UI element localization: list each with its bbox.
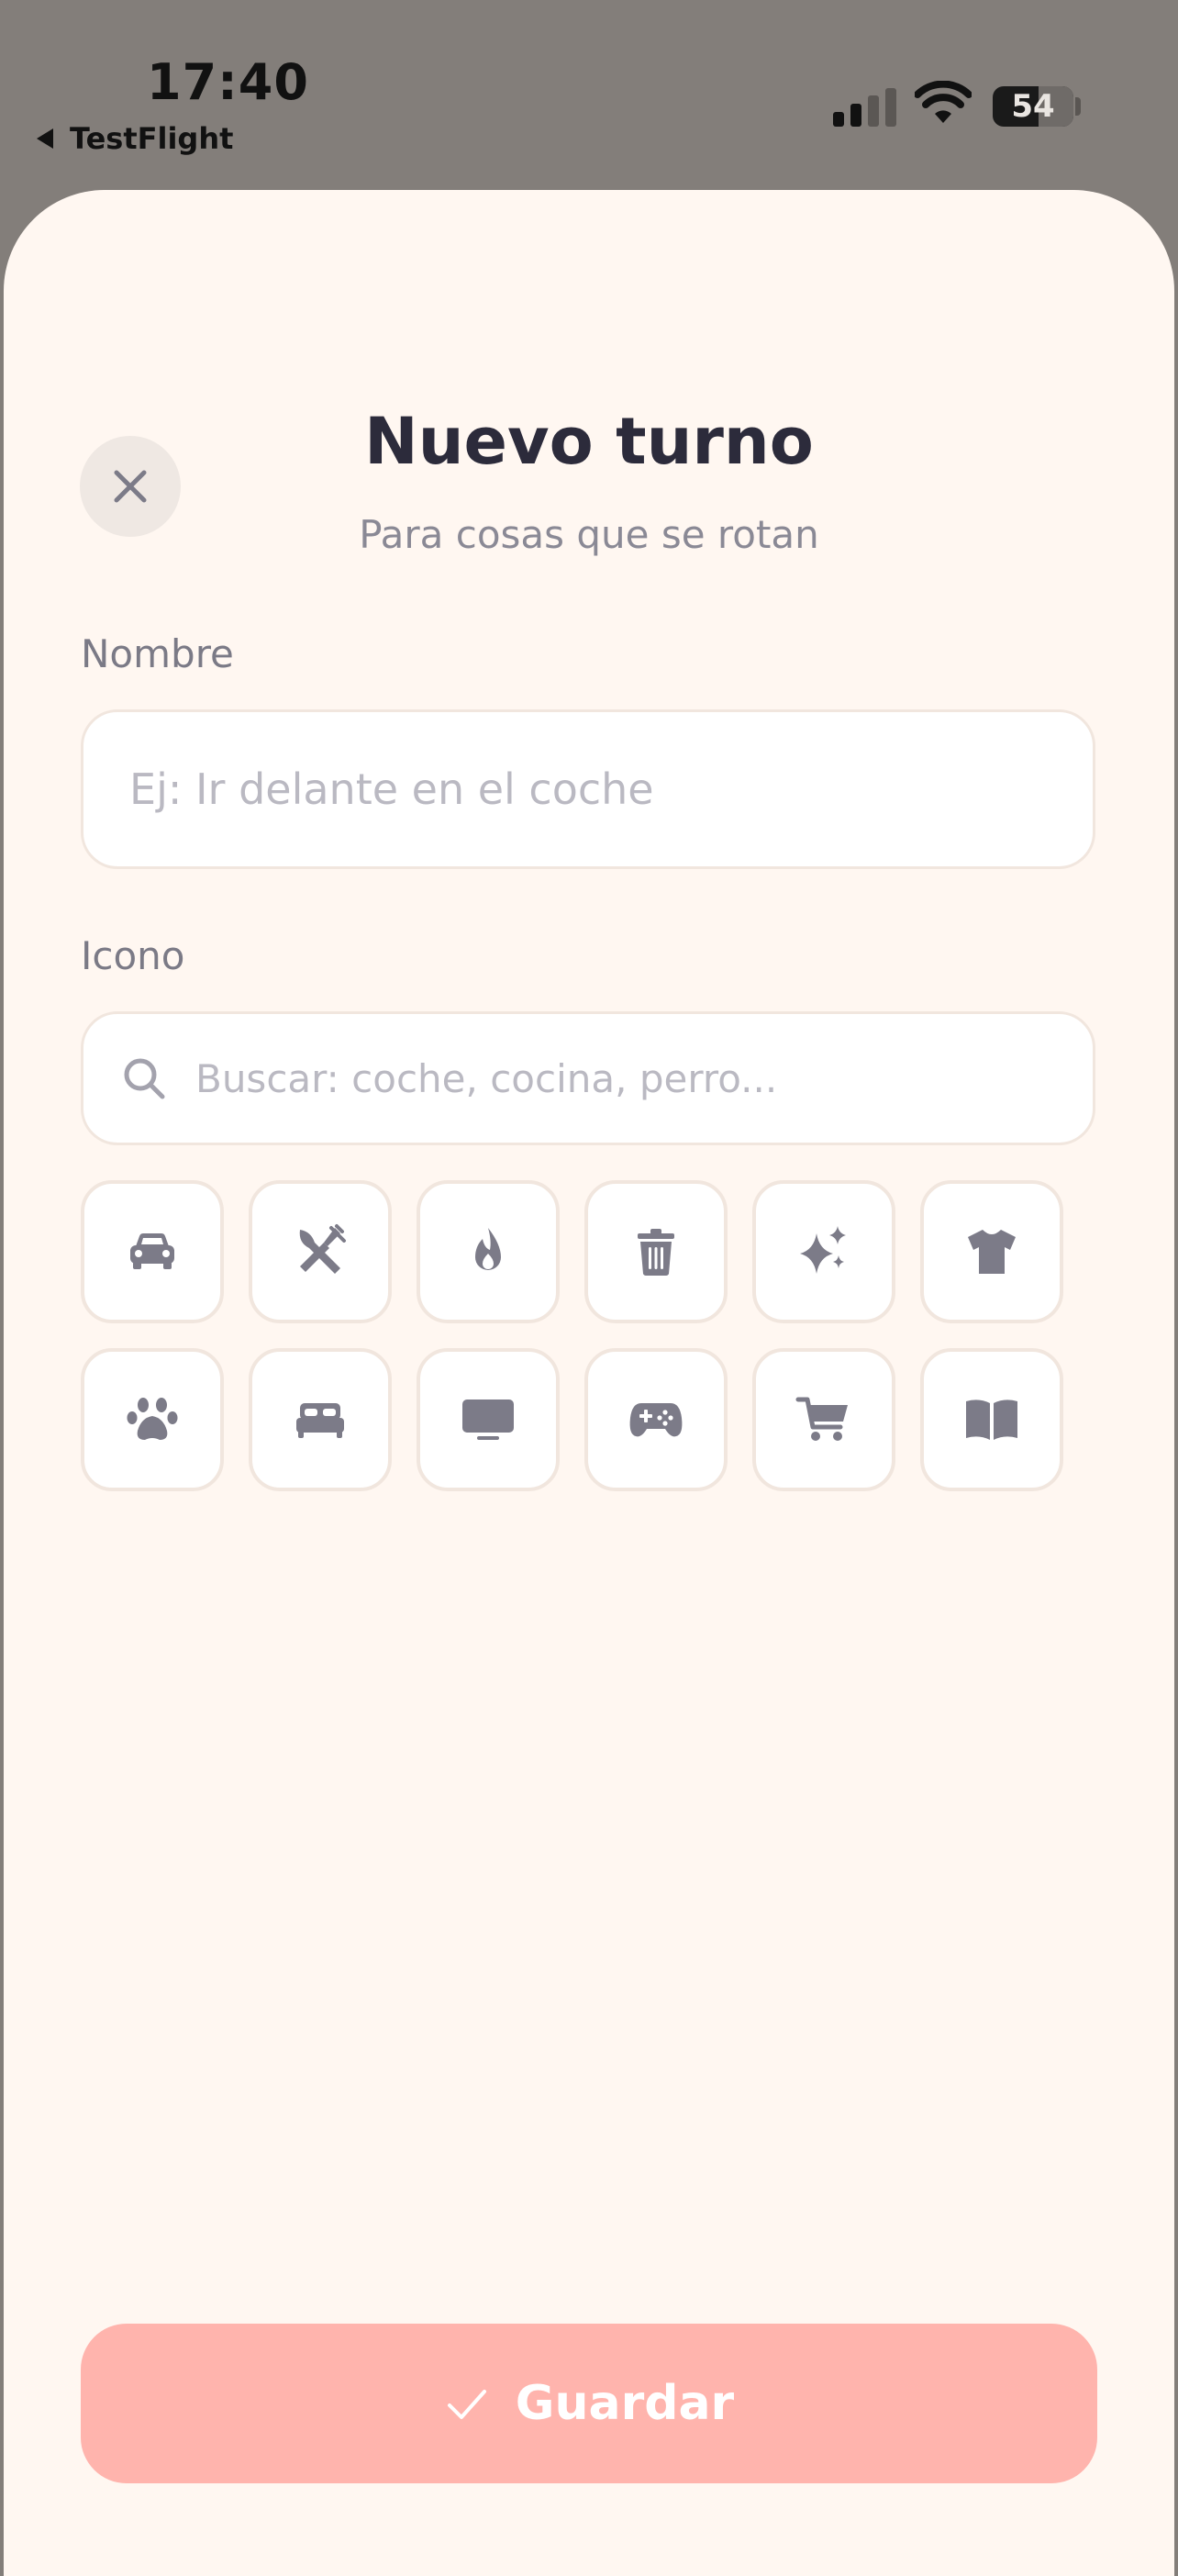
battery-icon: 54 bbox=[993, 86, 1073, 127]
icon-option-book[interactable] bbox=[920, 1348, 1063, 1491]
icon-option-cart[interactable] bbox=[752, 1348, 895, 1491]
wifi-icon bbox=[915, 81, 972, 123]
page-subtitle: Para cosas que se rotan bbox=[359, 512, 819, 557]
bed-icon bbox=[296, 1403, 344, 1438]
icon-search-box[interactable] bbox=[81, 1011, 1095, 1145]
gamepad-icon bbox=[629, 1403, 683, 1437]
icon-option-trash[interactable] bbox=[584, 1180, 728, 1323]
battery-level: 54 bbox=[1011, 88, 1055, 125]
icon-option-utensils[interactable] bbox=[249, 1180, 392, 1323]
sparkles-icon bbox=[800, 1226, 846, 1274]
battery-tip bbox=[1075, 97, 1081, 116]
name-label: Nombre bbox=[81, 631, 234, 676]
icon-search-input[interactable] bbox=[195, 1042, 1093, 1115]
icon-option-tv[interactable] bbox=[417, 1348, 560, 1491]
back-to-testflight-link[interactable]: TestFlight bbox=[37, 121, 234, 156]
icon-option-shirt[interactable] bbox=[920, 1180, 1063, 1323]
trash-icon bbox=[638, 1229, 674, 1276]
save-button-label: Guardar bbox=[515, 2376, 735, 2431]
status-time: 17:40 bbox=[147, 53, 309, 111]
page-title: Nuevo turno bbox=[364, 404, 814, 479]
utensils-icon bbox=[299, 1224, 346, 1274]
car-icon bbox=[130, 1233, 174, 1269]
icon-option-gamepad[interactable] bbox=[584, 1348, 728, 1491]
icon-option-paw[interactable] bbox=[81, 1348, 224, 1491]
icon-option-bed[interactable] bbox=[249, 1348, 392, 1491]
back-arrow-icon bbox=[37, 128, 53, 149]
shirt-icon bbox=[968, 1230, 1016, 1274]
paw-icon bbox=[127, 1398, 178, 1440]
flame-icon bbox=[475, 1228, 501, 1270]
back-label: TestFlight bbox=[70, 121, 234, 156]
icon-option-flame[interactable] bbox=[417, 1180, 560, 1323]
save-button[interactable]: Guardar bbox=[81, 2324, 1097, 2483]
checkmark-icon bbox=[447, 2390, 486, 2419]
search-icon bbox=[124, 1058, 165, 1099]
name-input[interactable] bbox=[81, 709, 1095, 869]
icon-label: Icono bbox=[81, 933, 185, 978]
cart-icon bbox=[795, 1397, 848, 1441]
book-icon bbox=[966, 1400, 1017, 1440]
icon-option-car[interactable] bbox=[81, 1180, 224, 1323]
cellular-signal-icon bbox=[833, 88, 896, 127]
tv-icon bbox=[462, 1400, 514, 1440]
status-bar: 17:40 TestFlight 54 bbox=[0, 0, 1178, 188]
icon-option-sparkles[interactable] bbox=[752, 1180, 895, 1323]
